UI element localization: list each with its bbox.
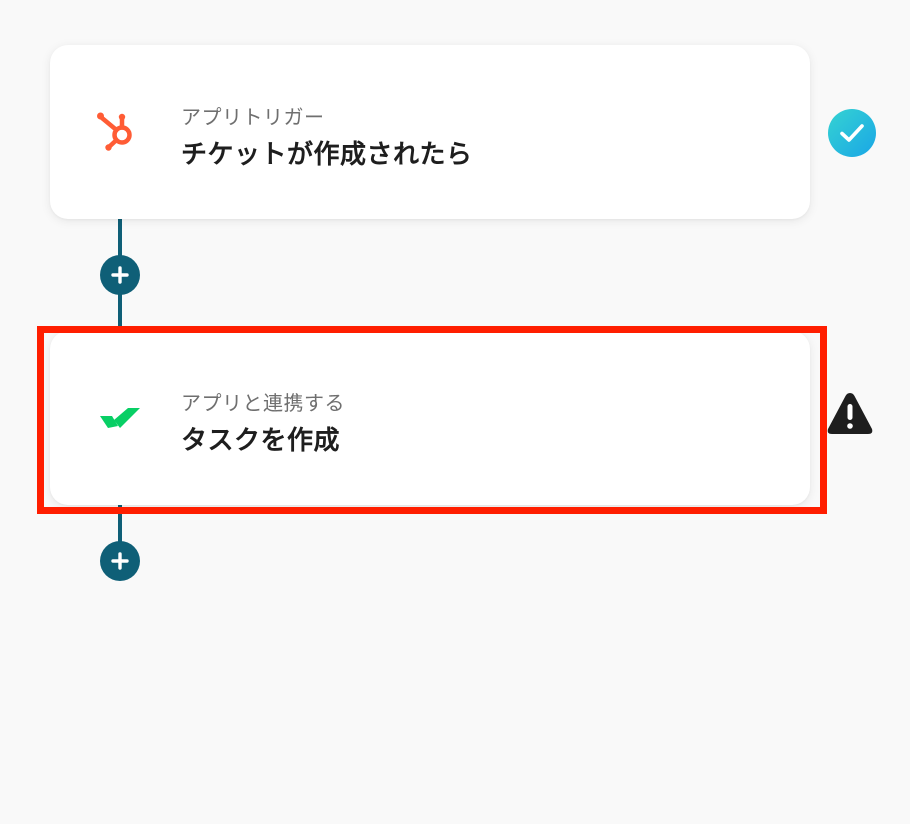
step-title: チケットが作成されたら <box>181 140 473 170</box>
add-step-button[interactable] <box>100 255 140 295</box>
step-title: タスクを作成 <box>181 426 341 456</box>
warning-triangle-icon <box>825 389 875 439</box>
trigger-step-card[interactable]: アプリトリガー チケットが作成されたら <box>50 45 810 219</box>
flow-connector-line <box>118 504 122 544</box>
step-kind-label: アプリと連携する <box>181 391 345 415</box>
workflow-canvas: アプリトリガー チケットが作成されたら アプリと連携する タスクを作成 <box>0 0 910 824</box>
hubspot-icon <box>94 108 142 156</box>
plus-icon <box>111 552 129 570</box>
wrike-icon <box>94 394 142 442</box>
action-step-card[interactable]: アプリと連携する タスクを作成 <box>50 331 810 505</box>
step-kind-label: アプリトリガー <box>181 105 325 129</box>
plus-icon <box>111 266 129 284</box>
check-circle-icon <box>827 108 877 158</box>
add-step-button[interactable] <box>100 541 140 581</box>
